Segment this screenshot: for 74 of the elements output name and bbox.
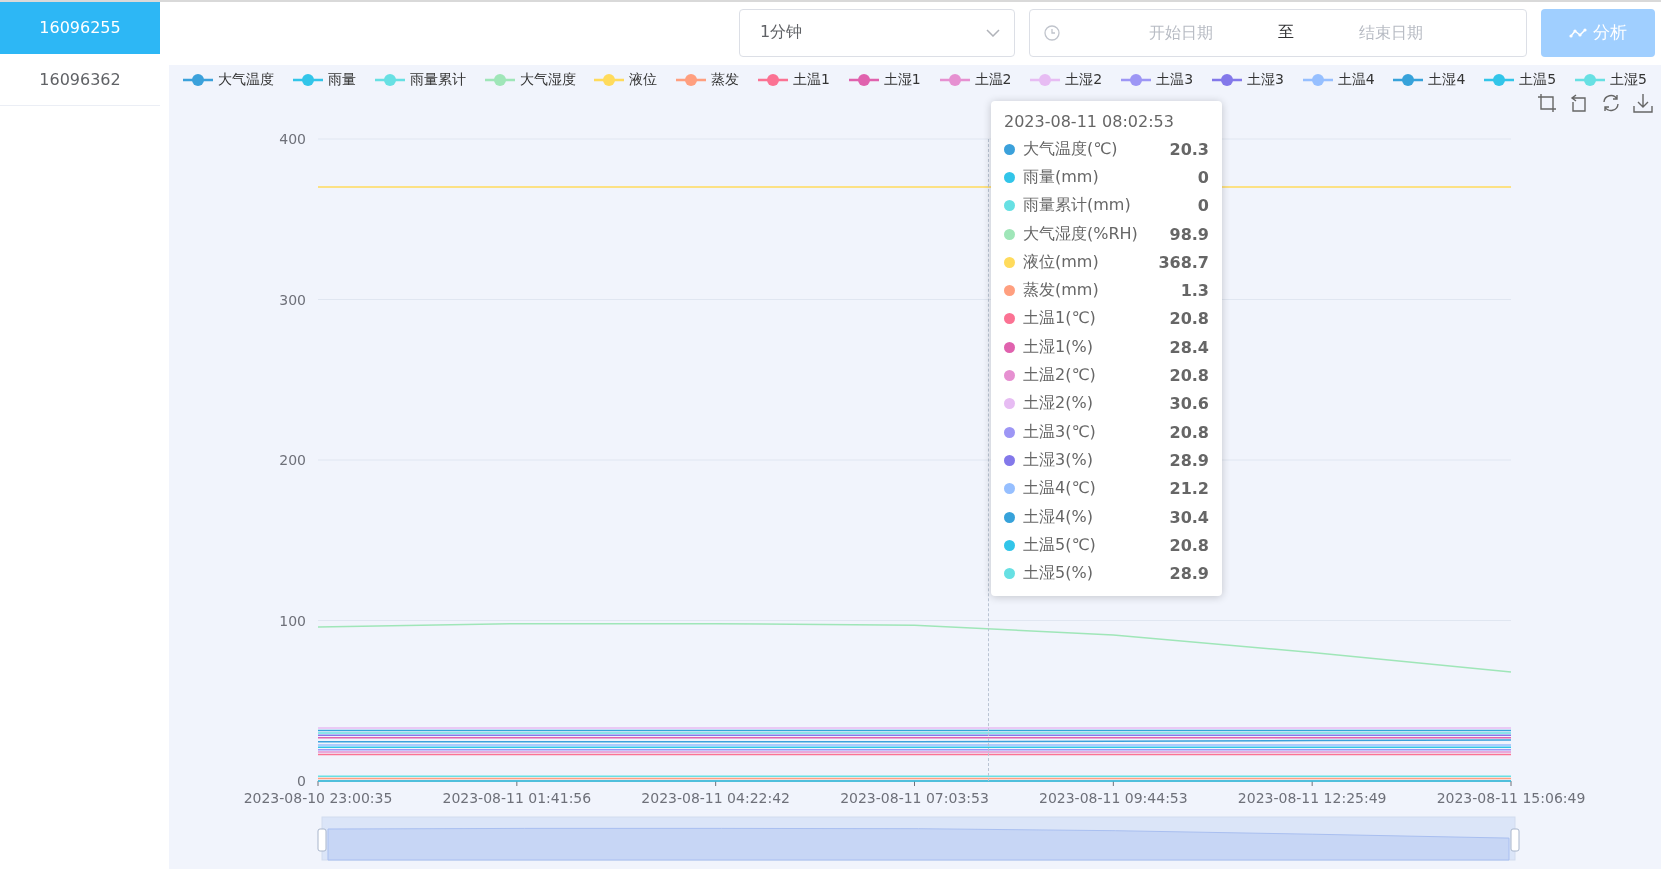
series-name: 土温5(℃)	[1023, 534, 1097, 556]
series-value: 20.8	[1169, 309, 1209, 329]
series-value: 28.9	[1169, 564, 1209, 584]
series-value: 368.7	[1158, 252, 1209, 272]
series-name: 大气湿度(%RH)	[1023, 223, 1139, 245]
data-zoom-slider[interactable]	[317, 816, 1520, 861]
tooltip-time: 2023-08-11 08:02:53	[1004, 111, 1175, 133]
series-value: 20.8	[1169, 535, 1209, 555]
legend-item[interactable]: 土温1	[758, 71, 830, 89]
legend-item[interactable]: 土湿5	[1574, 71, 1647, 89]
legend-item[interactable]: 雨量	[292, 71, 356, 89]
series-name: 大气温度(℃)	[1023, 138, 1119, 160]
series-name: 雨量(mm)	[1023, 166, 1100, 188]
legend-item[interactable]: 雨量累计	[374, 71, 466, 89]
y-axis-label: 300	[279, 291, 306, 308]
zoom-icon[interactable]	[1537, 93, 1557, 113]
legend-item[interactable]: 土温4	[1302, 71, 1375, 89]
legend-item[interactable]: 土温2	[939, 71, 1012, 89]
legend-item[interactable]: 蒸发	[676, 71, 740, 89]
trend-icon	[1569, 26, 1587, 39]
series-name: 土温3(℃)	[1023, 421, 1097, 443]
x-axis-label: 2023-08-10 23:00:35	[243, 790, 393, 806]
series-value: 1.3	[1180, 281, 1209, 301]
series-value: 30.6	[1169, 394, 1209, 414]
series-value: 28.4	[1169, 337, 1209, 357]
series-name: 土湿3(%)	[1023, 449, 1094, 471]
series-value: 0	[1197, 167, 1209, 187]
interval-select[interactable]: 1分钟	[739, 8, 1015, 57]
series-value: 20.8	[1169, 366, 1209, 385]
legend-item[interactable]: 土湿4	[1393, 71, 1466, 89]
series-value: 21.2	[1169, 479, 1209, 499]
series-name: 土湿1(%)	[1023, 336, 1094, 358]
series-name: 土温4(℃)	[1023, 478, 1097, 500]
chevron-down-icon	[986, 28, 1000, 37]
legend-item[interactable]: 土湿2	[1030, 71, 1103, 89]
y-axis-label: 400	[279, 131, 306, 147]
legend-item[interactable]: 土温3	[1121, 71, 1194, 89]
series-value: 0	[1197, 196, 1209, 216]
legend-item[interactable]: 土温5	[1484, 71, 1557, 89]
series-value: 28.9	[1169, 450, 1209, 470]
legend-item[interactable]: 大气温度	[183, 71, 274, 89]
x-axis-label: 2023-08-11 12:25:49	[1237, 790, 1387, 806]
clock-icon	[1044, 24, 1060, 41]
y-axis-label: 100	[279, 612, 306, 629]
range-separator: 至	[1277, 22, 1295, 43]
series-name: 土湿4(%)	[1023, 506, 1094, 528]
y-axis-label: 200	[279, 452, 306, 468]
series-name: 液位(mm)	[1023, 251, 1100, 273]
series-name: 土温2(℃)	[1023, 365, 1097, 386]
series-name: 雨量累计(mm)	[1023, 195, 1132, 217]
x-axis-label: 2023-08-11 01:41:56	[442, 790, 592, 806]
zoom-reset-icon[interactable]	[1569, 93, 1589, 113]
series-name: 土湿2(%)	[1023, 393, 1094, 415]
legend-item[interactable]: 液位	[594, 71, 658, 89]
date-range-picker[interactable]: 开始日期 至 结束日期	[1029, 8, 1527, 57]
refresh-icon[interactable]	[1601, 93, 1621, 113]
x-axis-label: 2023-08-11 15:06:49	[1436, 790, 1586, 806]
series-name: 蒸发(mm)	[1023, 280, 1100, 302]
legend-item[interactable]: 土湿1	[848, 71, 921, 89]
series-value: 20.8	[1169, 422, 1209, 442]
legend-item[interactable]: 土湿3	[1211, 71, 1284, 89]
series-value: 98.9	[1169, 224, 1209, 244]
series-value: 30.4	[1169, 507, 1209, 527]
series-name: 土温1(℃)	[1023, 308, 1097, 330]
end-date-input[interactable]: 结束日期	[1314, 22, 1468, 43]
series-name: 土湿5(%)	[1023, 563, 1094, 585]
download-icon[interactable]	[1633, 93, 1653, 113]
x-axis-label: 2023-08-11 07:03:53	[840, 790, 989, 806]
start-date-input[interactable]: 开始日期	[1104, 22, 1258, 43]
y-axis-label: 0	[297, 773, 306, 789]
x-axis-label: 2023-08-11 04:22:42	[641, 790, 790, 806]
legend-item[interactable]: 大气湿度	[484, 71, 576, 89]
x-axis-label: 2023-08-11 09:44:53	[1039, 790, 1188, 806]
series-value: 20.3	[1169, 139, 1209, 159]
